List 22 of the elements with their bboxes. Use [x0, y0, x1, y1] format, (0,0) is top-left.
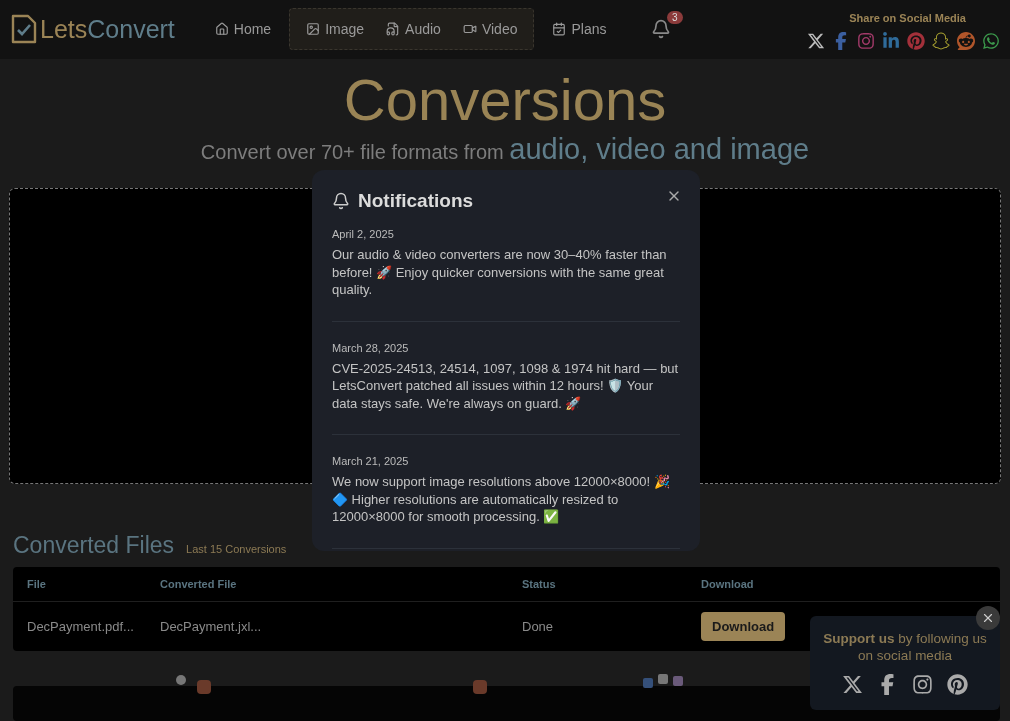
page-subtitle: Convert over 70+ file formats from audio, video and image — [200, 132, 810, 166]
table-cell-text: DecPayment.pdf... — [27, 618, 135, 634]
notification-text: We now support image resolutions above 12000×8000! 🎉 🔷 Higher resolutions are automatically resized to 12000×8000 for smooth processing. ✅ — [332, 473, 671, 526]
table-cell-text: DecPayment.jxl... — [160, 618, 263, 634]
share-title: Share on Social Media — [849, 12, 966, 25]
notification-text: CVE-2025-24513, 24514, 1097, 1098 & 1974 hit hard — but LetsConvert patched all issues within 12 hours! 🛡 Your data stays safe. We're always on guard. 🚀 — [332, 359, 680, 412]
notification-date: March 21, 2025 — [332, 455, 410, 467]
notification-badge: 3 — [666, 11, 683, 25]
notification-date: April 2, 2025 — [332, 228, 395, 240]
dialog-title: Notifications — [358, 190, 474, 212]
column-header: Converted File — [160, 577, 238, 590]
notification-date: March 28, 2025 — [332, 341, 410, 354]
column-header: Download — [701, 577, 755, 590]
page-title: Conversions — [343, 66, 667, 133]
section-caption: Last 15 Conversions — [186, 542, 287, 555]
column-header: Status — [522, 577, 557, 590]
notification-text: Our audio & video converters are now 30–40% faster than before! 🚀 Enjoy quicker conversions with the same great quality. — [332, 246, 668, 299]
support-text: Support us by following us on social media — [822, 630, 988, 664]
logo-text: LetsConvert — [40, 14, 175, 44]
table-cell-text: Done — [522, 618, 555, 634]
section-title: Converted Files — [13, 531, 175, 559]
column-header: File — [27, 577, 47, 590]
